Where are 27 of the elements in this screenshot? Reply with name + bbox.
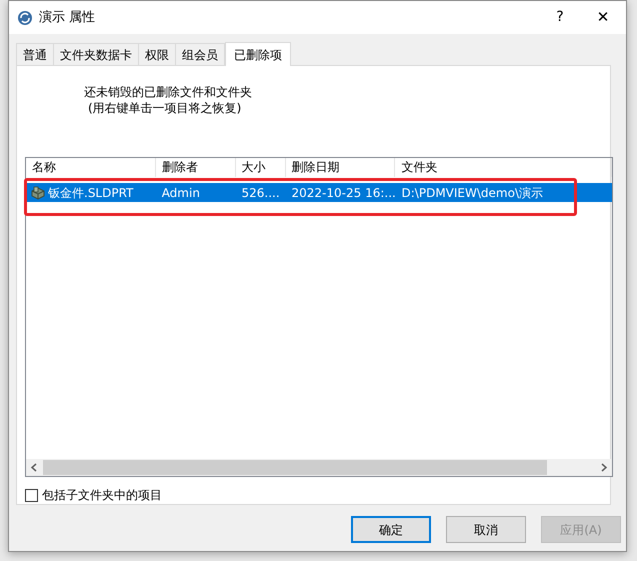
part-icon (30, 184, 46, 200)
table-cell: 2022-10-25 16:... (292, 186, 396, 200)
tab[interactable]: 组会员 (175, 43, 225, 65)
description-text: (用右键单击一项目将之恢复) (87, 100, 242, 116)
table-cell-text: 钣金件.SLDPRT (48, 184, 134, 202)
dialog-button[interactable]: 取消 (446, 516, 526, 543)
column-header[interactable]: 大小 (236, 158, 286, 177)
checkbox[interactable] (25, 488, 38, 502)
table-cell: Admin (162, 186, 200, 200)
scrollbar-thumb[interactable] (43, 460, 547, 475)
window-title: 演示 属性 (39, 8, 96, 27)
help-button[interactable]: ? (540, 1, 580, 34)
tab[interactable]: 已删除项 (225, 42, 291, 66)
horizontal-scrollbar[interactable] (26, 459, 612, 476)
column-header[interactable]: 名称 (26, 158, 156, 177)
tab[interactable]: 普通 (16, 43, 54, 65)
checkbox-label: 包括子文件夹中的项目 (42, 487, 162, 504)
column-header[interactable]: 文件夹 (395, 158, 612, 177)
table-cell: D:\PDMVIEW\demo\演示 (402, 186, 543, 200)
table-cell: 526.... (242, 186, 280, 200)
column-header[interactable]: 删除日期 (286, 158, 396, 177)
refresh-icon (17, 10, 33, 26)
close-button[interactable]: ✕ (580, 1, 626, 34)
table-row[interactable]: 钣金件.SLDPRT Admin 526.... 2022-10-25 16:... D:\PDMVIEW\demo\演示 (26, 183, 612, 202)
dialog-button[interactable]: 确定 (351, 516, 431, 543)
description-text: 还未销毁的已删除文件和文件夹 (84, 84, 253, 100)
column-header[interactable]: 删除者 (156, 158, 236, 177)
